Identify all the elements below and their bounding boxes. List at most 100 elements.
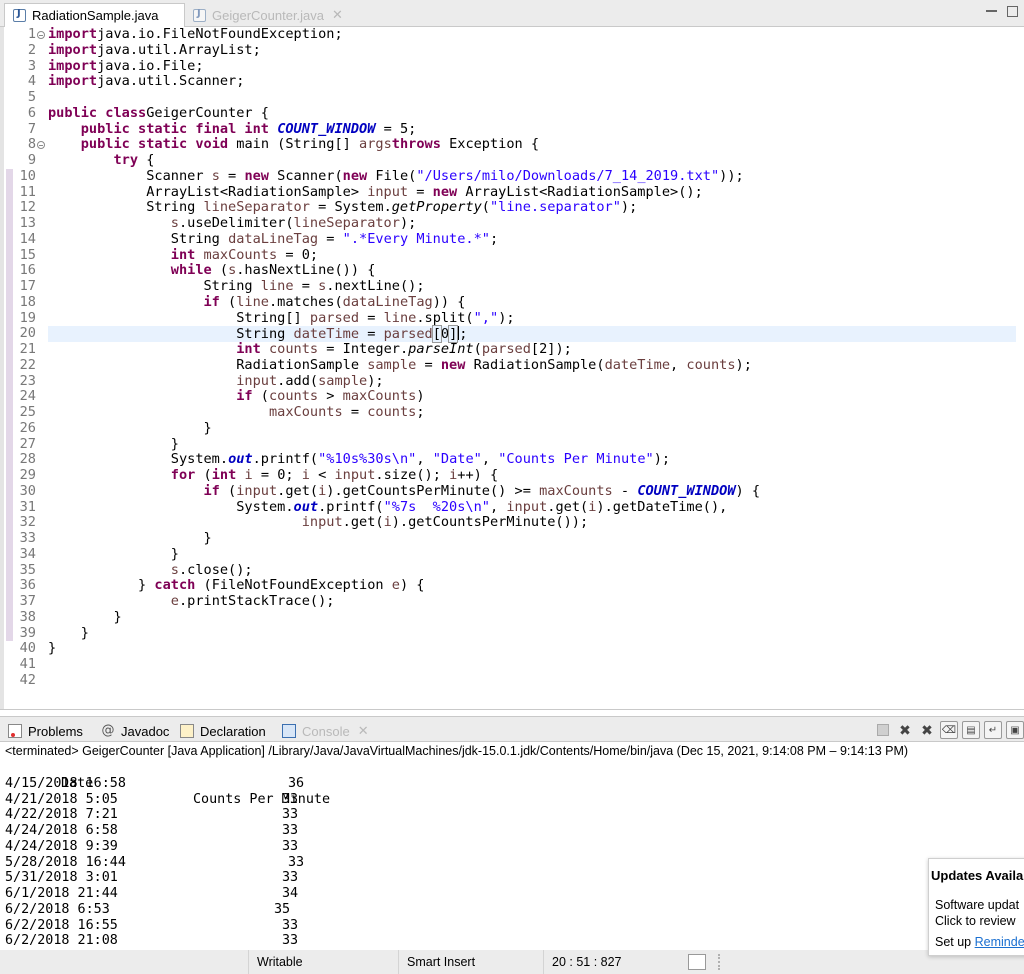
close-icon[interactable]: ✕ [358, 723, 369, 739]
code-line[interactable]: 26 } [4, 420, 1024, 437]
notification-text-review[interactable]: Click to review [935, 914, 1016, 928]
tab-console[interactable]: Console ✕ [282, 721, 369, 741]
code-line[interactable]: 28 System.out.printf("%10s%30s\n", "Date… [4, 451, 1024, 468]
token-it: getProperty [391, 199, 482, 216]
token: ); [620, 199, 638, 216]
scroll-lock-icon[interactable]: ▤ [962, 721, 980, 739]
console-header: Date Counts Per Minute [5, 760, 605, 807]
token: ).getDateTime(), [596, 498, 728, 515]
code-line[interactable]: 35 s.close(); [4, 561, 1024, 579]
token-kw: public [48, 104, 98, 121]
code-text: } [48, 420, 211, 437]
code-line[interactable]: 7 public static final int COUNT_WINDOW =… [4, 120, 1024, 138]
tab-geiger-counter[interactable]: GeigerCounter.java ✕ [185, 3, 353, 27]
code-line-current[interactable]: 20 String dateTime = parsed[0]; [4, 325, 1024, 344]
code-line[interactable]: 11 ArrayList<RadiationSample> input = ne… [4, 184, 1024, 201]
javadoc-at-icon: @ [101, 723, 115, 738]
code-line[interactable]: 1 importjava.io.FileNotFoundException; [4, 27, 1024, 43]
console-output[interactable]: Date Counts Per Minute 4/15/2018 16:58 36… [5, 760, 605, 949]
code-line[interactable]: 5 [4, 89, 1024, 106]
code-text: importjava.util.ArrayList; [48, 42, 261, 59]
line-number: 10 [19, 167, 36, 184]
code-line[interactable]: 40} [4, 640, 1024, 657]
line-number: 28 [19, 451, 36, 468]
code-line[interactable]: 25 maxCounts = counts; [4, 404, 1024, 421]
code-line[interactable]: 17 String line = s.nextLine(); [4, 278, 1024, 295]
code-line[interactable]: 37 e.printStackTrace(); [4, 593, 1024, 610]
code-line[interactable]: 29 for (int i = 0; i < input.size(); i++… [4, 467, 1024, 484]
heap-status-icon[interactable] [688, 954, 706, 970]
console-row: 4/15/2018 16:58 36 [5, 776, 605, 792]
code-line[interactable]: 14 String dataLineTag = ".*Every Minute.… [4, 230, 1024, 248]
code-line[interactable]: 10 Scanner s = new Scanner(new File("/Us… [4, 167, 1024, 185]
code-line[interactable]: 2 importjava.util.ArrayList; [4, 42, 1024, 59]
code-line[interactable]: 13 s.useDelimiter(lineSeparator); [4, 215, 1024, 232]
token: ( [252, 388, 269, 405]
code-line[interactable]: 18 if (line.matches(dataLineTag)) { [4, 294, 1024, 311]
updates-notification[interactable]: Updates Availal Software updat Click to … [928, 858, 1024, 956]
code-line[interactable]: 38 } [4, 608, 1024, 626]
code-text: if (input.get(i).getCountsPerMinute() >=… [48, 483, 761, 500]
fold-collapse-icon[interactable] [37, 141, 45, 150]
clear-console-icon[interactable]: ⌫ [940, 721, 958, 739]
minimize-icon[interactable] [986, 6, 997, 12]
pin-console-icon[interactable]: ▣ [1006, 721, 1024, 739]
code-line[interactable]: 32 input.get(i).getCountsPerMinute()); [4, 514, 1024, 531]
editor-tab-bar: RadiationSample.java GeigerCounter.java … [0, 0, 1024, 27]
reminder-link[interactable]: Reminde [975, 935, 1024, 949]
code-text: s.useDelimiter(lineSeparator); [48, 215, 417, 232]
token-str: "/Users/milo/Downloads/7_14_2019.txt" [416, 167, 720, 184]
remove-launch-icon[interactable]: ✖ [896, 721, 914, 739]
code-line[interactable]: 4 importjava.util.Scanner; [4, 73, 1024, 90]
word-wrap-icon[interactable]: ↵ [984, 721, 1002, 739]
code-line[interactable]: 34 } [4, 546, 1024, 563]
code-line[interactable]: 27 } [4, 436, 1024, 453]
code-line[interactable]: 9 try { [4, 152, 1024, 169]
code-text: ArrayList<RadiationSample> input = new A… [48, 184, 703, 201]
token-lv: maxCounts [268, 404, 343, 420]
token-fld: out [293, 498, 319, 515]
line-number: 25 [19, 404, 36, 420]
code-line[interactable]: 41 [4, 656, 1024, 673]
code-line[interactable]: 15 int maxCounts = 0; [4, 247, 1024, 264]
terminate-icon[interactable] [874, 721, 892, 739]
token-lv: e [391, 577, 400, 594]
code-line[interactable]: 19 String[] parsed = line.split(","); [4, 310, 1024, 327]
token: ; [489, 230, 499, 247]
token-kw: import [48, 57, 98, 74]
token-kw: public static final int [80, 120, 269, 137]
code-line[interactable]: 21 int counts = Integer.parseInt(parsed[… [4, 341, 1024, 358]
remove-all-terminated-icon[interactable]: ✖ [918, 721, 936, 739]
code-line[interactable]: 33 } [4, 530, 1024, 547]
code-editor[interactable]: 1 importjava.io.FileNotFoundException; 2 im… [0, 27, 1024, 710]
token: .size(); [375, 467, 450, 483]
code-line[interactable]: 31 System.out.printf("%7s %20s\n", input… [4, 498, 1024, 516]
token: ( [473, 341, 482, 357]
code-line[interactable]: 23 input.add(sample); [4, 373, 1024, 390]
code-line[interactable]: 3 importjava.io.File; [4, 57, 1024, 75]
code-line[interactable]: 16 while (s.hasNextLine()) { [4, 262, 1024, 279]
code-line[interactable]: 24 if (counts > maxCounts) [4, 388, 1024, 405]
tab-javadoc[interactable]: @ Javadoc [101, 721, 170, 741]
code-line[interactable]: 12 String lineSeparator = System.getProp… [4, 199, 1024, 216]
status-insert-mode[interactable]: Smart Insert [398, 950, 543, 974]
tab-declaration[interactable]: Declaration [180, 721, 266, 741]
tab-problems[interactable]: Problems [8, 721, 83, 741]
code-line[interactable]: 30 if (input.get(i).getCountsPerMinute()… [4, 483, 1024, 500]
code-line[interactable]: 6 public classGeigerCounter { [4, 104, 1024, 122]
code-line[interactable]: 42 [4, 672, 1024, 689]
code-line[interactable]: 36 } catch (FileNotFoundException e) { [4, 577, 1024, 594]
code-line[interactable]: 39 } [4, 625, 1024, 642]
token: .close(); [178, 561, 253, 578]
console-date: 4/21/2018 5:05 [5, 791, 118, 807]
maximize-icon[interactable] [1007, 6, 1018, 17]
token: .get( [342, 514, 384, 531]
line-number: 38 [19, 608, 36, 625]
code-line[interactable]: 8 public static void main (String[] args… [4, 136, 1024, 153]
token-kw: throws [391, 136, 441, 153]
tab-radiation-sample[interactable]: RadiationSample.java [4, 3, 185, 27]
code-line[interactable]: 22 RadiationSample sample = new Radiatio… [4, 357, 1024, 374]
fold-collapse-icon[interactable] [37, 31, 45, 39]
close-icon[interactable]: ✕ [332, 7, 343, 23]
